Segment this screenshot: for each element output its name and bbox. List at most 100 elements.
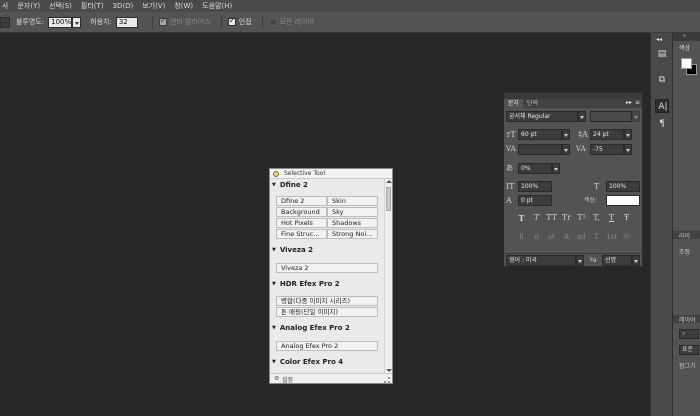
fine-structures-button[interactable]: Fine Struc...	[276, 229, 327, 239]
strikethrough-button[interactable]: Ŧ	[619, 213, 634, 223]
menu-item-edit[interactable]: 사	[2, 1, 8, 11]
horizontal-scale-field[interactable]: 100%	[606, 181, 640, 192]
font-size-field[interactable]: 60 pt	[518, 129, 562, 140]
menu-item-select[interactable]: 선택(S)	[49, 1, 72, 11]
adjustments-panel-title[interactable]: 조정	[673, 247, 700, 256]
font-size-dropdown[interactable]	[562, 129, 570, 140]
leading-dropdown[interactable]	[624, 129, 632, 140]
tracking-dropdown[interactable]	[624, 144, 632, 155]
tsume-field[interactable]: 0%	[518, 163, 552, 174]
language-field[interactable]: 영어 : 미국	[506, 255, 576, 266]
small-caps-button[interactable]: Tr	[559, 213, 574, 223]
antialias-method-dropdown[interactable]	[632, 255, 640, 266]
all-caps-button[interactable]: TT	[544, 213, 559, 223]
selective-tool-footer: ⚙ 설정	[270, 373, 392, 384]
kerning-field[interactable]	[518, 144, 562, 155]
tracking-field[interactable]: -75	[590, 144, 624, 155]
scrollbar[interactable]	[384, 179, 392, 373]
layer-filter-field[interactable]: ⌕	[679, 329, 699, 339]
group-viveza[interactable]: Viveza 2	[272, 246, 313, 254]
scroll-thumb[interactable]	[386, 187, 391, 211]
font-style-field[interactable]: -	[590, 111, 632, 122]
leading-field[interactable]: 24 pt	[590, 129, 624, 140]
underline-button[interactable]: T	[604, 213, 619, 223]
ornaments-button[interactable]: T	[589, 233, 604, 241]
menu-item-filter[interactable]: 필터(T)	[81, 1, 104, 11]
paragraph-icon: ¶	[659, 119, 665, 129]
contiguous-checkbox[interactable]	[227, 16, 236, 26]
subscript-button[interactable]: T,	[589, 213, 604, 223]
hot-pixels-button[interactable]: Hot Pixels	[276, 218, 327, 228]
font-family-field[interactable]: 궁서체 Regular	[506, 111, 578, 122]
paragraph-panel-button[interactable]: ¶	[655, 117, 669, 131]
collapse-icon[interactable]: ◂◂	[656, 36, 662, 43]
menu-item-help[interactable]: 도움말(H)	[202, 1, 232, 11]
tsume-dropdown[interactable]	[552, 163, 560, 174]
sky-button[interactable]: Sky	[327, 207, 378, 217]
settings-link[interactable]: 설정	[282, 375, 293, 384]
tolerance-field[interactable]: 32	[115, 16, 138, 28]
all-layers-checkbox[interactable]	[268, 18, 277, 26]
swash-button[interactable]: st	[544, 233, 559, 241]
group-hdr-efex[interactable]: HDR Efex Pro 2	[272, 280, 340, 288]
opacity-dropdown[interactable]	[72, 16, 82, 28]
hdr-merge-button[interactable]: 병합(다중 이미지 시리즈)	[276, 296, 378, 306]
all-layers-label: 모든 레이어	[279, 18, 315, 26]
properties-panel-button[interactable]: ⧉	[655, 73, 669, 87]
group-color-efex[interactable]: Color Efex Pro 4	[272, 358, 343, 366]
hdr-tonemap-button[interactable]: 톤 매핑(단일 이미지)	[276, 307, 378, 317]
font-family-dropdown[interactable]	[578, 111, 586, 122]
vertical-scale-field[interactable]: 100%	[518, 181, 552, 192]
strong-noise-button[interactable]: Strong Noi...	[327, 229, 378, 239]
ligature-button[interactable]: fi	[514, 233, 529, 241]
blend-mode-dropdown[interactable]: 표준	[679, 345, 699, 355]
divider	[220, 15, 222, 29]
font-style-dropdown[interactable]	[632, 111, 640, 122]
skin-button[interactable]: Skin	[327, 196, 378, 206]
tab-character[interactable]: 문자	[504, 99, 524, 108]
menu-item-type[interactable]: 문자(Y)	[17, 1, 40, 11]
antialias-method-field[interactable]: 선명	[602, 255, 632, 266]
text-color-swatch[interactable]	[606, 195, 640, 206]
resize-grip-icon[interactable]	[384, 377, 390, 383]
panel-menu-icon[interactable]: ≡	[635, 99, 640, 106]
scroll-down-icon[interactable]	[386, 369, 392, 372]
stylistic-alternates-button[interactable]: A	[559, 233, 574, 241]
character-panel-button[interactable]: A|	[655, 99, 669, 113]
foreground-color-swatch[interactable]	[681, 58, 692, 69]
group-analog-efex[interactable]: Analog Efex Pro 2	[272, 324, 350, 332]
ordinals-button[interactable]: 1st	[604, 233, 619, 241]
kerning-dropdown[interactable]	[562, 144, 570, 155]
history-panel-button[interactable]: ▤	[655, 47, 669, 61]
antialias-checkbox[interactable]	[158, 16, 167, 26]
layers-panel-title[interactable]: 레이어	[673, 315, 700, 323]
tab-paragraph[interactable]: 단락	[523, 99, 542, 108]
panel-tab-libraries[interactable]: 라이	[673, 231, 700, 239]
fractions-button[interactable]: ½	[619, 233, 634, 241]
menu-item-view[interactable]: 보기(V)	[142, 1, 165, 11]
menu-item-3d[interactable]: 3D(D)	[113, 2, 134, 10]
language-dropdown[interactable]	[576, 255, 584, 266]
menu-item-window[interactable]: 창(W)	[174, 1, 193, 11]
superscript-button[interactable]: T¹	[574, 213, 589, 223]
viveza-button[interactable]: Viveza 2	[276, 263, 378, 273]
group-dfine[interactable]: Dfine 2	[272, 181, 308, 189]
scroll-up-icon[interactable]	[386, 180, 392, 183]
faux-bold-button[interactable]: T	[514, 213, 529, 223]
discretionary-ligature-button[interactable]: ơ	[529, 233, 544, 241]
color-panel-title[interactable]: 색상	[673, 41, 700, 52]
collapse-icon[interactable]: »	[683, 33, 686, 39]
faux-italic-button[interactable]: T	[529, 213, 544, 223]
gear-icon[interactable]: ⚙	[274, 375, 279, 382]
collapse-icon[interactable]: ▸▸	[626, 99, 632, 106]
analog-efex-button[interactable]: Analog Efex Pro 2	[276, 341, 378, 351]
opacity-field[interactable]: 100%	[48, 16, 73, 28]
mode-dropdown[interactable]	[0, 16, 10, 28]
titling-button[interactable]: ad	[574, 233, 589, 241]
dfine-button[interactable]: Dfine 2	[276, 196, 327, 206]
selective-tool-titlebar[interactable]: Selective Tool	[270, 169, 392, 179]
background-button[interactable]: Background	[276, 207, 327, 217]
baseline-shift-field[interactable]: 0 pt	[518, 195, 552, 206]
shadows-button[interactable]: Shadows	[327, 218, 378, 228]
dock-header: »	[673, 33, 700, 41]
